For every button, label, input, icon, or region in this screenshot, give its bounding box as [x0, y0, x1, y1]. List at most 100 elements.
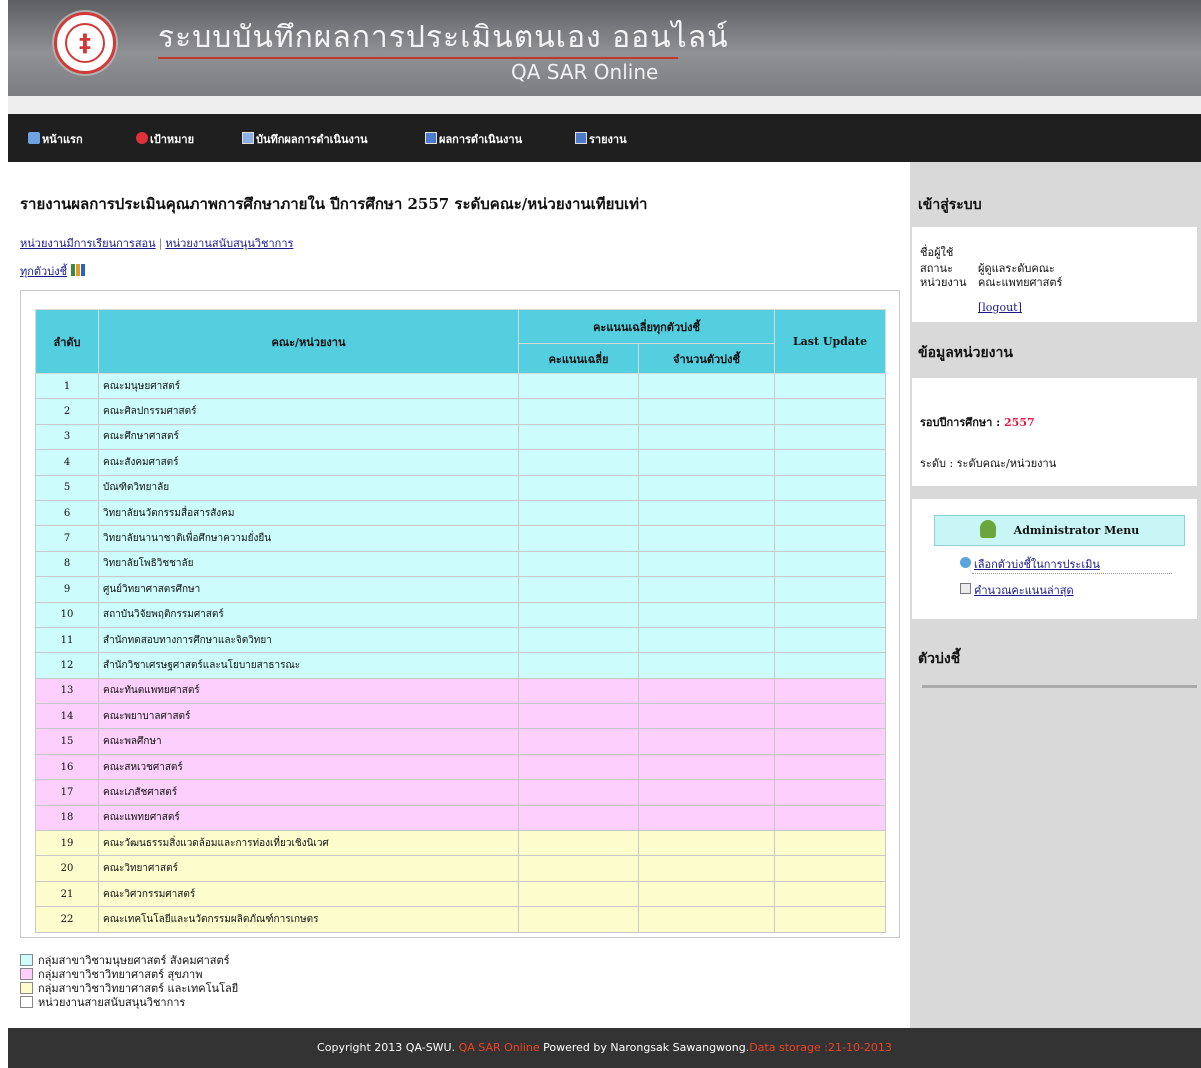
admin-user-icon: [979, 520, 996, 538]
legend-item: กลุ่มสาขาวิชาวิทยาศาสตร์ และเทคโนโลยี: [20, 982, 238, 996]
row-average-score: [518, 652, 639, 679]
row-indicator-count: [637, 601, 776, 628]
table-row: 18 คณะแพทยศาสตร์: [35, 804, 887, 832]
table-row: 6 วิทยาลัยนวัตกรรมสื่อสารสังคม: [35, 499, 887, 527]
legend-swatch: [20, 968, 33, 980]
indicators-divider: [922, 685, 1197, 688]
title-underline: [158, 57, 678, 59]
row-last-update: [774, 449, 887, 476]
select-indicators-label: เลือกตัวบ่งชี้ในการประเมิน: [974, 558, 1100, 571]
bar-chart-icon[interactable]: [71, 264, 86, 276]
admin-divider: [972, 573, 1172, 574]
row-indicator-count: [637, 830, 776, 857]
row-last-update: [774, 779, 887, 806]
row-number: 13: [35, 677, 99, 705]
row-last-update: [774, 855, 887, 882]
unit-value: คณะแพทยศาสตร์: [978, 276, 1063, 289]
row-average-score: [518, 728, 639, 755]
row-indicator-count: [637, 398, 776, 425]
table-row: 13 คณะทันตแพทยศาสตร์: [35, 677, 887, 705]
row-number: 14: [35, 703, 99, 730]
table-row: 3 คณะศึกษาศาสตร์: [35, 423, 887, 451]
row-number: 21: [35, 880, 99, 908]
row-unit-name: บัณฑิตวิทยาลัย: [98, 474, 519, 501]
row-last-update: [774, 677, 887, 705]
row-last-update: [774, 906, 887, 933]
table-row: 8 วิทยาลัยโพธิวิชชาลัย: [35, 550, 887, 578]
row-number: 6: [35, 499, 99, 527]
row-last-update: [774, 652, 887, 679]
row-unit-name: วิทยาลัยนวัตกรรมสื่อสารสังคม: [98, 499, 519, 527]
row-indicator-count: [637, 372, 776, 400]
row-indicator-count: [637, 423, 776, 451]
footer-powered-by: Powered by Narongsak Sawangwong.: [539, 1041, 750, 1054]
row-number: 11: [35, 626, 99, 654]
row-average-score: [518, 423, 639, 451]
row-unit-name: คณะสหเวชศาสตร์: [98, 753, 519, 781]
row-indicator-count: [637, 753, 776, 781]
row-average-score: [518, 626, 639, 654]
row-number: 5: [35, 474, 99, 501]
row-last-update: [774, 830, 887, 857]
nav-home[interactable]: หน้าแรก: [28, 130, 83, 148]
row-unit-name: คณะมนุษยศาสตร์: [98, 372, 519, 400]
nav-results[interactable]: ผลการดำเนินงาน: [425, 130, 522, 148]
table-row: 21 คณะวิศวกรรมศาสตร์: [35, 880, 887, 908]
nav-report[interactable]: รายงาน: [575, 130, 627, 148]
row-indicator-count: [637, 474, 776, 501]
legend-swatch: [20, 954, 33, 966]
row-last-update: [774, 728, 887, 755]
login-heading: เข้าสู่ระบบ: [918, 197, 982, 213]
admin-menu-header: Administrator Menu: [934, 515, 1185, 546]
row-unit-name: คณะแพทยศาสตร์: [98, 804, 519, 832]
link-separator: |: [158, 237, 163, 250]
plus-icon: [960, 557, 971, 568]
calculate-score-link[interactable]: คำนวณคะแนนล่าสุด: [960, 581, 1074, 599]
row-last-update: [774, 372, 887, 400]
legend-label: กลุ่มสาขาวิชามนุษยศาสตร์ สังคมศาสตร์: [38, 954, 230, 967]
nav-record-results[interactable]: บันทึกผลการดำเนินงาน: [242, 130, 368, 148]
calculate-score-label: คำนวณคะแนนล่าสุด: [974, 584, 1074, 597]
row-last-update: [774, 626, 887, 654]
academic-year-value: 2557: [1004, 416, 1035, 429]
row-unit-name: คณะพยาบาลศาสตร์: [98, 703, 519, 730]
row-indicator-count: [637, 499, 776, 527]
col-header-no: ลำดับ: [35, 309, 99, 374]
teaching-units-link[interactable]: หน่วยงานมีการเรียนการสอน: [20, 237, 156, 250]
row-unit-name: สำนักวิชาเศรษฐศาสตร์และนโยบายสาธารณะ: [98, 652, 519, 679]
table-row: 14 คณะพยาบาลศาสตร์: [35, 703, 887, 730]
footer-app-name: QA SAR Online: [458, 1041, 540, 1054]
row-average-score: [518, 703, 639, 730]
row-indicator-count: [637, 550, 776, 578]
table-row: 22 คณะเทคโนโลยีและนวัตกรรมผลิตภัณฑ์การเกษ…: [35, 906, 887, 933]
select-indicators-link[interactable]: เลือกตัวบ่งชี้ในการประเมิน: [960, 555, 1100, 573]
row-last-update: [774, 576, 887, 603]
all-indicators-link[interactable]: ทุกตัวบ่งชี้: [20, 265, 67, 278]
row-last-update: [774, 525, 887, 552]
right-sidebar: เข้าสู่ระบบ ชื่อผู้ใช้ สถานะ ผู้ดูแลระดั…: [910, 162, 1201, 1028]
nav-report-label: รายงาน: [589, 133, 627, 146]
group-legend: กลุ่มสาขาวิชามนุษยศาสตร์ สังคมศาสตร์ กลุ…: [20, 954, 238, 1010]
academic-year-label: รอบปีการศึกษา :: [920, 416, 1005, 429]
nav-target[interactable]: เป้าหมาย: [136, 130, 194, 148]
edit-icon: [242, 132, 254, 144]
row-last-update: [774, 804, 887, 832]
row-last-update: [774, 423, 887, 451]
row-number: 8: [35, 550, 99, 578]
legend-label: กลุ่มสาขาวิชาวิทยาศาสตร์ สุขภาพ: [38, 968, 203, 981]
logout-link[interactable]: [logout]: [978, 301, 1022, 314]
row-indicator-count: [637, 880, 776, 908]
target-icon: [136, 132, 148, 144]
row-unit-name: คณะศึกษาศาสตร์: [98, 423, 519, 451]
row-number: 1: [35, 372, 99, 400]
row-number: 7: [35, 525, 99, 552]
main-navbar: หน้าแรก เป้าหมาย บันทึกผลการดำเนินงาน ผล…: [8, 114, 1201, 162]
table-row: 9 ศูนย์วิทยาศาสตรศึกษา: [35, 576, 887, 603]
footer-copyright: Copyright 2013 QA-SWU.: [317, 1041, 459, 1054]
nav-record-results-label: บันทึกผลการดำเนินงาน: [256, 133, 368, 146]
row-number: 4: [35, 449, 99, 476]
support-units-link[interactable]: หน่วยงานสนับสนุนวิชาการ: [165, 237, 293, 250]
row-average-score: [518, 830, 639, 857]
site-header: ‡ ระบบบันทึกผลการประเมินตนเอง ออนไลน์ QA…: [8, 0, 1201, 96]
row-unit-name: สถาบันวิจัยพฤติกรรมศาสตร์: [98, 601, 519, 628]
